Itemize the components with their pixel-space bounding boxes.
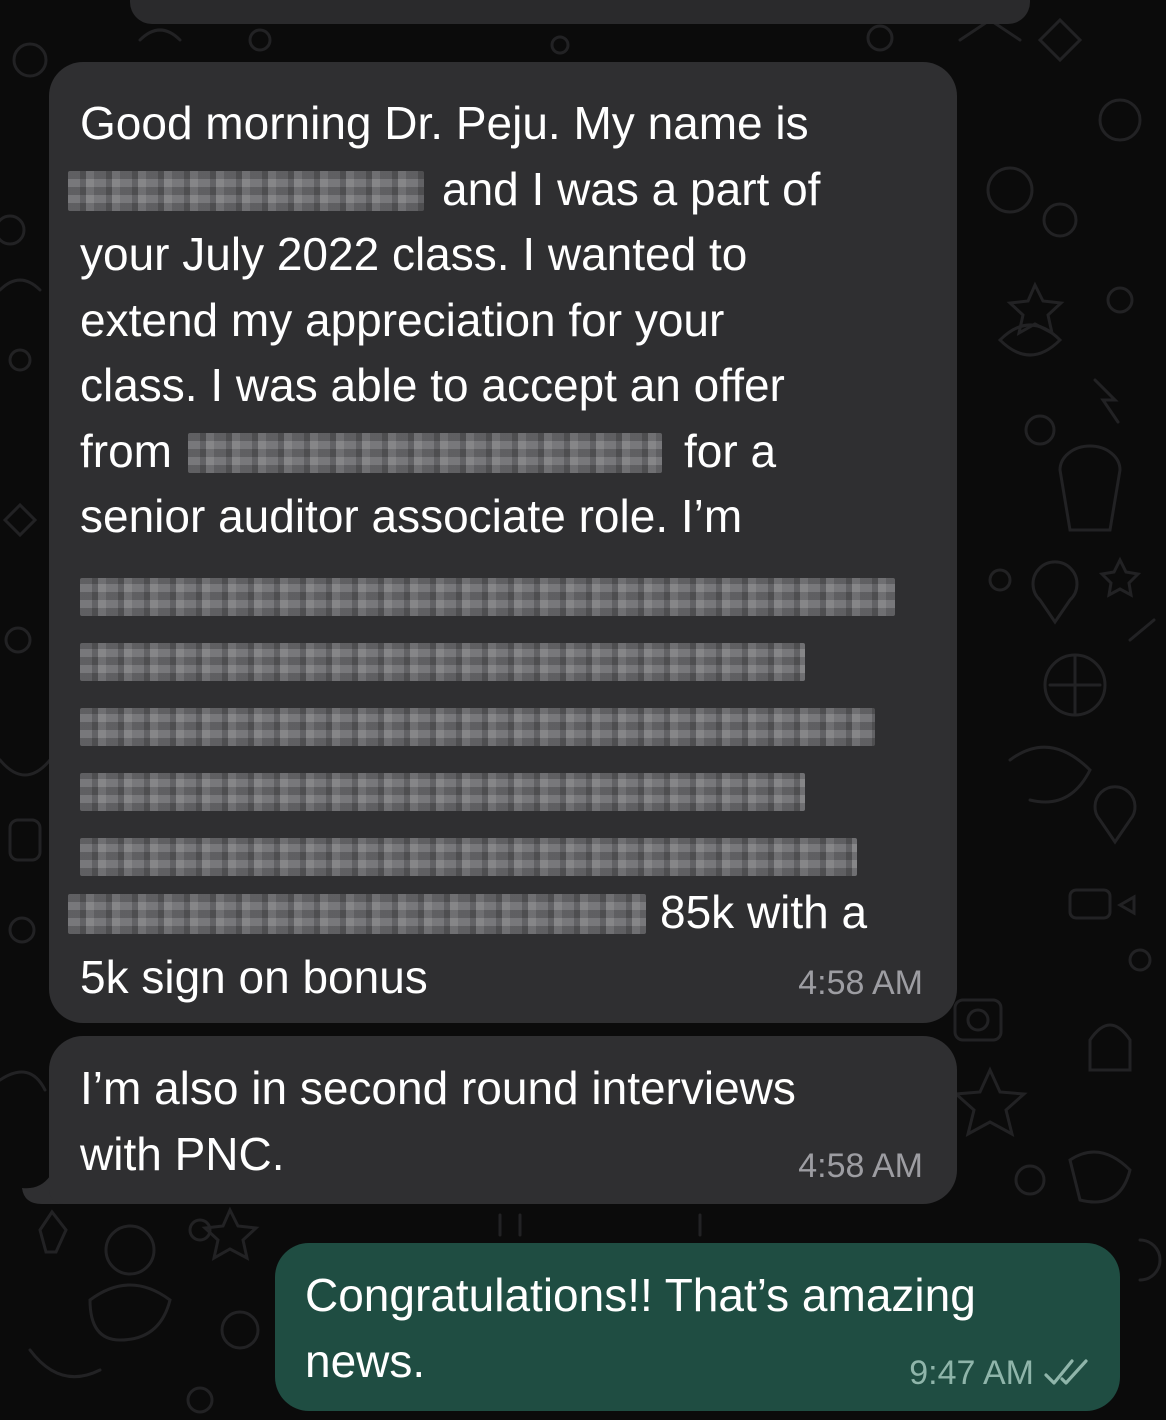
redacted-text-line — [80, 772, 805, 811]
message-line: Good morning Dr. Peju. My name is — [80, 97, 809, 149]
previous-message-bubble-edge — [130, 0, 1030, 24]
message-line: your July 2022 class. I wanted to — [80, 228, 748, 280]
message-line-with-redaction: from for a — [80, 419, 957, 485]
message-line-text: 85k with a — [660, 885, 868, 938]
message-line-with-redaction: and I was a part of — [68, 157, 957, 223]
message-timestamp: 4:58 AM — [798, 1147, 923, 1185]
message-line-text: from — [80, 424, 172, 477]
message-line: class. I was able to accept an offer — [80, 359, 785, 411]
message-line: Congratulations!! That’s amazing — [305, 1269, 976, 1321]
message-bubble-outgoing[interactable]: Congratulations!! That’s amazing news. 9… — [275, 1243, 1120, 1411]
message-bubble-incoming[interactable]: Good morning Dr. Peju. My name is and I … — [49, 62, 957, 1023]
message-line-text: and I was a part of — [442, 162, 821, 215]
message-line: extend my appreciation for your — [80, 293, 725, 346]
message-timestamp: 9:47 AM — [909, 1354, 1034, 1392]
message-line-text: for a — [684, 424, 777, 477]
message-timestamp: 4:58 AM — [798, 964, 923, 1002]
message-bubble-incoming[interactable]: I’m also in second round interviews with… — [49, 1036, 957, 1204]
redacted-text-line — [80, 577, 895, 616]
redacted-text-line — [80, 707, 875, 746]
redacted-text-line — [80, 837, 857, 876]
message-line: I’m also in second round interviews — [80, 1062, 796, 1114]
redacted-company — [188, 432, 662, 473]
redacted-name — [68, 170, 424, 211]
message-line: senior auditor associate role. I’m — [80, 490, 743, 542]
redacted-salary-text — [68, 893, 646, 934]
double-check-read-icon — [1044, 1359, 1088, 1385]
message-line-with-redaction: 85k with a — [68, 880, 957, 946]
redacted-text-line — [80, 642, 805, 681]
